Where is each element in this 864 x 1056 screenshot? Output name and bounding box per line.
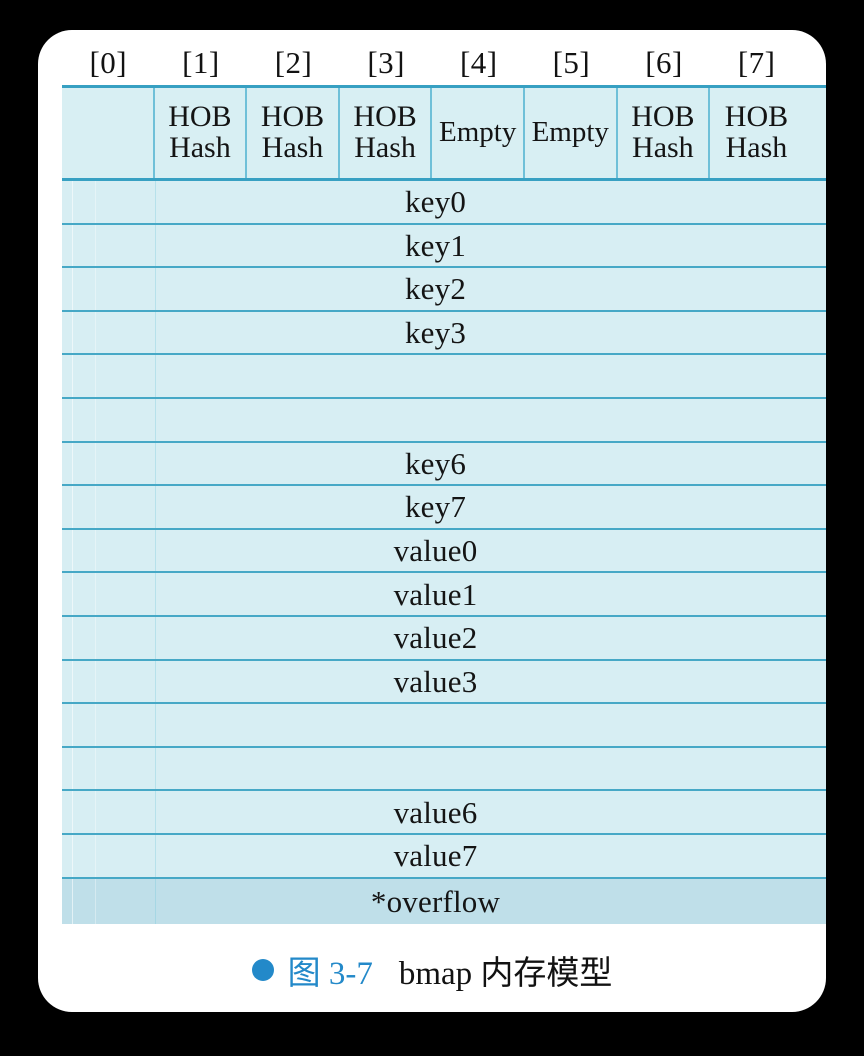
table-row: key1 [62,224,826,269]
table-row: key0 [62,181,826,225]
row-label: value1 [393,576,478,612]
row-label: value6 [393,794,478,830]
tophash-cell-6: HOB Hash [618,88,711,178]
row-label: key3 [404,315,467,351]
column-index-row: [0] [1] [2] [3] [4] [5] [6] [7] [62,41,803,85]
bullet-dot-icon [251,959,274,981]
row-label: value0 [393,533,478,569]
tophash-row: HOB Hash HOB Hash HOB Hash Empty Empty H… [62,88,826,181]
table-row: value7 [62,834,826,879]
row-label: value3 [393,663,478,699]
table-row: key3 [62,311,826,356]
figure-card: [0] [1] [2] [3] [4] [5] [6] [7] HOB Hash… [38,30,826,1012]
row-label: value2 [393,620,478,656]
tophash-cell-1-line2: Hash [169,131,231,164]
table-row: value0 [62,529,826,574]
column-index-3: [3] [367,45,406,80]
table-row: value2 [62,616,826,661]
table-row [62,747,826,792]
row-label: key7 [404,489,467,525]
figure-title: bmap 内存模型 [398,956,613,992]
tophash-cell-5: Empty [525,88,618,178]
page-root: [0] [1] [2] [3] [4] [5] [6] [7] HOB Hash… [0,0,864,1056]
tophash-cell-6-line2: Hash [632,131,694,164]
table-row [62,398,826,443]
column-index-1: [1] [182,45,220,80]
row-label: key6 [404,445,467,481]
table-row: key2 [62,268,826,312]
table-row: key7 [62,486,826,530]
row-label: *overflow [370,883,501,919]
tophash-cell-5-label: Empty [531,116,609,149]
row-label: key0 [404,184,467,220]
figure-number: 图 3-7 [287,956,373,992]
tophash-cell-2: HOB Hash [247,88,340,178]
figure-caption: 图 3-7 bmap 内存模型 [38,940,826,1000]
table-row-overflow: *overflow [62,878,826,924]
tophash-cell-2-line1: HOB [260,100,325,134]
tophash-cell-2-line2: Hash [261,131,324,164]
bmap-memory-layout-figure: [0] [1] [2] [3] [4] [5] [6] [7] HOB Hash… [38,30,826,924]
tophash-cell-4-label: Empty [439,116,517,149]
table-row [62,704,826,748]
tophash-cell-0 [62,88,155,178]
tophash-cell-6-line1: HOB [631,100,695,134]
column-index-0: [0] [89,45,128,80]
row-label: key2 [404,271,467,307]
table-row: value6 [62,791,826,835]
column-index-6: [6] [645,45,683,80]
tophash-cell-3-line1: HOB [353,100,417,134]
tophash-cell-7-line2: Hash [725,131,788,164]
table-row: key6 [62,442,826,487]
table-row: value1 [62,573,826,617]
column-index-5: [5] [552,45,591,80]
tophash-cell-1: HOB Hash [155,88,248,178]
column-index-7: [7] [737,45,776,80]
row-label: value7 [393,838,478,874]
column-index-2: [2] [274,45,313,80]
tophash-cell-3-line2: Hash [354,131,416,164]
table-row [62,355,826,399]
table-row: value3 [62,660,826,705]
row-label: key1 [404,227,467,263]
tophash-cell-3: HOB Hash [340,88,433,178]
column-index-4: [4] [459,45,498,80]
bmap-table: HOB Hash HOB Hash HOB Hash Empty Empty H… [62,85,826,924]
tophash-cell-4: Empty [432,88,525,178]
tophash-cell-1-line1: HOB [168,100,232,134]
tophash-cell-7-line1: HOB [724,100,789,134]
tophash-cell-7: HOB Hash [710,88,803,178]
